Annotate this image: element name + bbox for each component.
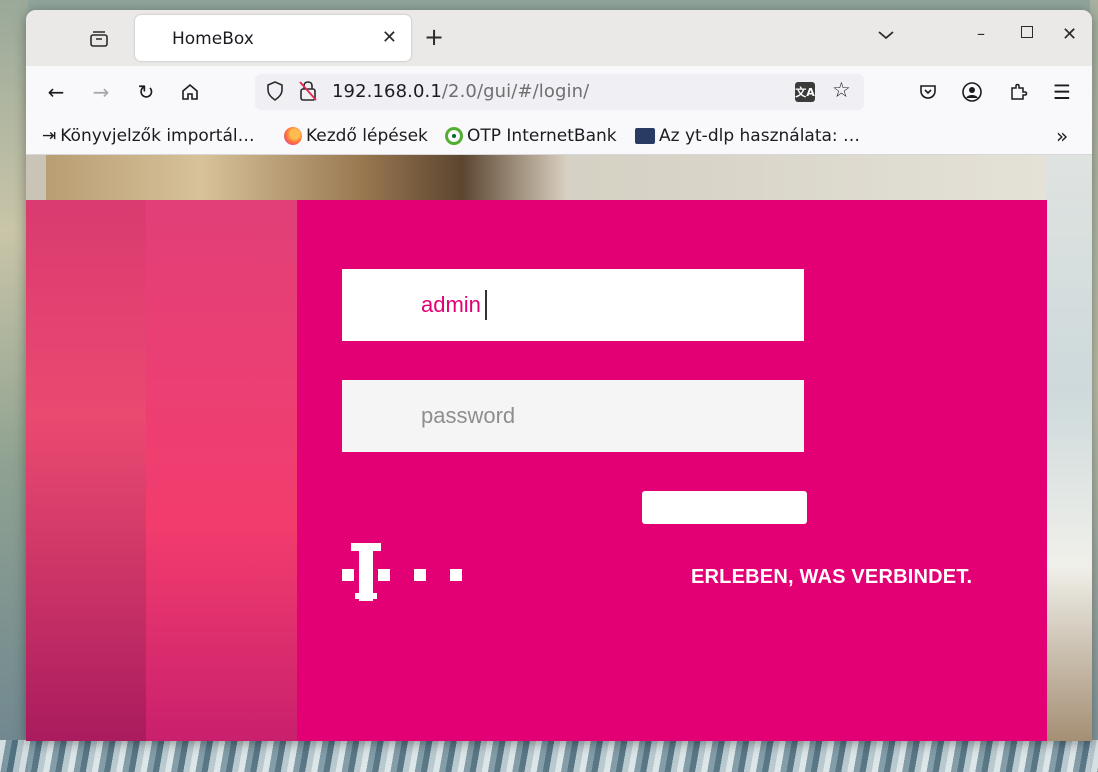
url-bar[interactable]: 192.168.0.1/2.0/gui/#/login/ 文A ☆ <box>255 74 864 110</box>
shield-icon-svg <box>267 81 283 101</box>
url-text[interactable]: 192.168.0.1/2.0/gui/#/login/ <box>332 81 589 102</box>
chevron-down-icon[interactable] <box>877 26 895 45</box>
pocket-icon[interactable] <box>914 78 942 106</box>
telekom-logo <box>342 543 464 601</box>
bookmark-yt-dlp[interactable]: Az yt-dlp használata: … <box>635 126 860 146</box>
new-tab-icon[interactable]: + <box>424 24 444 50</box>
tab-strip: HomeBox ✕ + – ✕ <box>26 10 1092 66</box>
text-caret <box>485 290 487 320</box>
home-icon[interactable] <box>176 78 204 106</box>
insecure-lock-icon[interactable] <box>297 79 319 103</box>
hero-image-top <box>46 155 566 205</box>
minimize-icon[interactable]: – <box>977 24 985 43</box>
navigation-toolbar: ← → ↻ 192.168.0.1/2.0/gui/#/login/ 文A ☆ … <box>26 66 1092 118</box>
extensions-icon[interactable] <box>1004 78 1032 106</box>
home-icon-svg <box>182 83 198 100</box>
shield-icon[interactable] <box>265 80 285 107</box>
window-close-icon[interactable]: ✕ <box>1062 24 1077 45</box>
login-panel: ERLEBEN, WAS VERBINDET. <box>297 200 1047 741</box>
yt-dlp-icon <box>635 128 655 144</box>
menu-icon[interactable]: ☰ <box>1048 78 1076 106</box>
back-icon[interactable]: ← <box>42 78 70 106</box>
tab-title: HomeBox <box>172 29 254 49</box>
extensions-icon-svg <box>1011 83 1028 100</box>
pocket-icon-svg <box>920 85 936 99</box>
otp-icon <box>445 127 463 145</box>
password-input[interactable] <box>342 380 804 452</box>
bookmarks-toolbar: ⇥ Könyvjelzők importál… Kezdő lépések OT… <box>26 118 1092 155</box>
forward-icon[interactable]: → <box>87 78 115 106</box>
reload-icon[interactable]: ↻ <box>132 78 160 106</box>
username-input[interactable] <box>342 269 804 341</box>
url-host: 192.168.0.1 <box>332 81 442 102</box>
bookmark-star-icon[interactable]: ☆ <box>832 78 851 102</box>
maximize-icon[interactable] <box>1021 26 1033 38</box>
bookmark-otp[interactable]: OTP InternetBank <box>445 126 617 146</box>
slogan: ERLEBEN, WAS VERBINDET. <box>691 566 973 588</box>
chevron-down-icon-svg <box>878 31 894 40</box>
tab-homebox[interactable]: HomeBox ✕ <box>135 15 411 61</box>
translate-icon[interactable]: 文A <box>795 82 815 102</box>
bookmark-label: Az yt-dlp használata: … <box>659 126 861 146</box>
browser-window: HomeBox ✕ + – ✕ ← → ↻ 192.168.0.1/2.0/gu… <box>26 10 1092 741</box>
desktop-wallpaper-bottom <box>0 740 1098 772</box>
bookmark-import[interactable]: ⇥ Könyvjelzők importál… <box>42 126 255 146</box>
tab-list-icon-svg <box>90 31 108 47</box>
bookmark-label: Kezdő lépések <box>306 126 428 146</box>
import-icon: ⇥ <box>42 126 57 146</box>
tab-close-icon[interactable]: ✕ <box>382 26 397 50</box>
bookmark-getting-started[interactable]: Kezdő lépések <box>284 126 428 146</box>
insecure-lock-icon-svg <box>299 81 317 101</box>
tab-list-icon[interactable] <box>86 26 112 52</box>
hero-image-shadow <box>26 200 146 741</box>
page-content: ERLEBEN, WAS VERBINDET. <box>26 155 1092 741</box>
bookmarks-overflow-icon[interactable]: » <box>1056 124 1068 148</box>
account-icon-svg <box>962 82 982 102</box>
login-button[interactable] <box>642 491 807 524</box>
url-path: /2.0/gui/#/login/ <box>441 81 590 102</box>
firefox-icon <box>284 127 302 145</box>
bookmark-label: OTP InternetBank <box>467 126 617 146</box>
bookmark-label: Könyvjelzők importál… <box>60 126 255 146</box>
hero-image-right <box>1046 155 1092 741</box>
account-icon[interactable] <box>958 78 986 106</box>
desktop-wallpaper-left <box>0 0 28 772</box>
